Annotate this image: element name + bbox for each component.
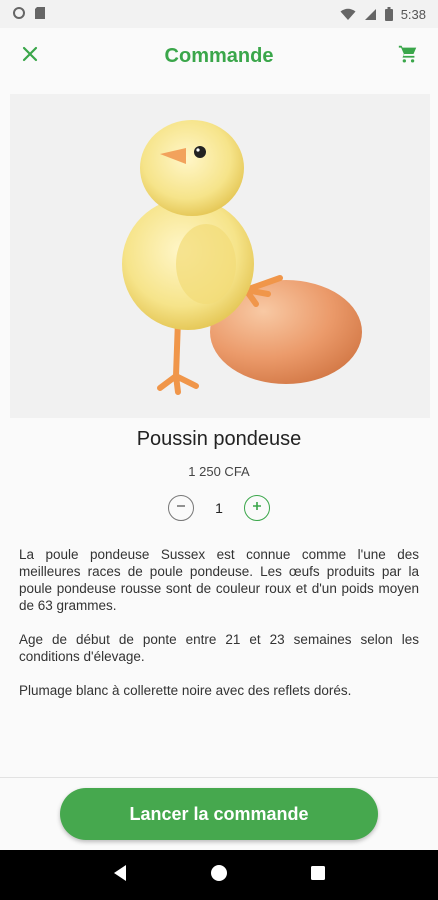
minus-icon: [175, 499, 187, 517]
page-title: Commande: [164, 44, 274, 67]
signal-icon: [364, 8, 377, 21]
bottom-divider: [0, 777, 438, 778]
home-icon: [210, 864, 228, 887]
product-image: [10, 94, 430, 418]
status-left: [12, 6, 46, 23]
quantity-value: 1: [215, 500, 223, 516]
description-paragraph: Age de début de ponte entre 21 et 23 sem…: [19, 632, 419, 664]
status-time: 5:38: [400, 6, 426, 22]
product-name: Poussin pondeuse: [136, 428, 302, 450]
plus-icon: [251, 499, 263, 517]
nav-recents-button[interactable]: [298, 855, 338, 895]
circle-icon: [12, 6, 26, 23]
battery-icon: [384, 7, 393, 21]
order-button[interactable]: Lancer la commande: [60, 788, 378, 840]
decrease-quantity-button[interactable]: [168, 495, 194, 521]
cart-button[interactable]: [392, 40, 424, 72]
product-price: 1 250 CFA: [188, 464, 250, 479]
product-description: La poule pondeuse Sussex est connue comm…: [19, 546, 419, 716]
nav-home-button[interactable]: [199, 855, 239, 895]
close-icon: [21, 45, 39, 68]
back-icon: [112, 864, 128, 887]
status-right: 5:38: [340, 7, 426, 22]
chick-and-egg-illustration: [122, 120, 362, 395]
description-paragraph: Plumage blanc à collerette noire avec de…: [19, 683, 352, 698]
sd-card-icon: [34, 6, 46, 23]
nav-back-button[interactable]: [100, 855, 140, 895]
system-nav-bar: [0, 850, 438, 900]
recents-icon: [310, 865, 326, 886]
quantity-stepper: 1: [0, 494, 438, 522]
increase-quantity-button[interactable]: [244, 495, 270, 521]
cart-icon: [397, 43, 419, 70]
app-bar: Commande: [0, 28, 438, 84]
status-bar: 5:38: [0, 0, 438, 28]
description-paragraph: La poule pondeuse Sussex est connue comm…: [19, 547, 419, 613]
close-button[interactable]: [14, 40, 46, 72]
wifi-icon: [340, 8, 356, 21]
